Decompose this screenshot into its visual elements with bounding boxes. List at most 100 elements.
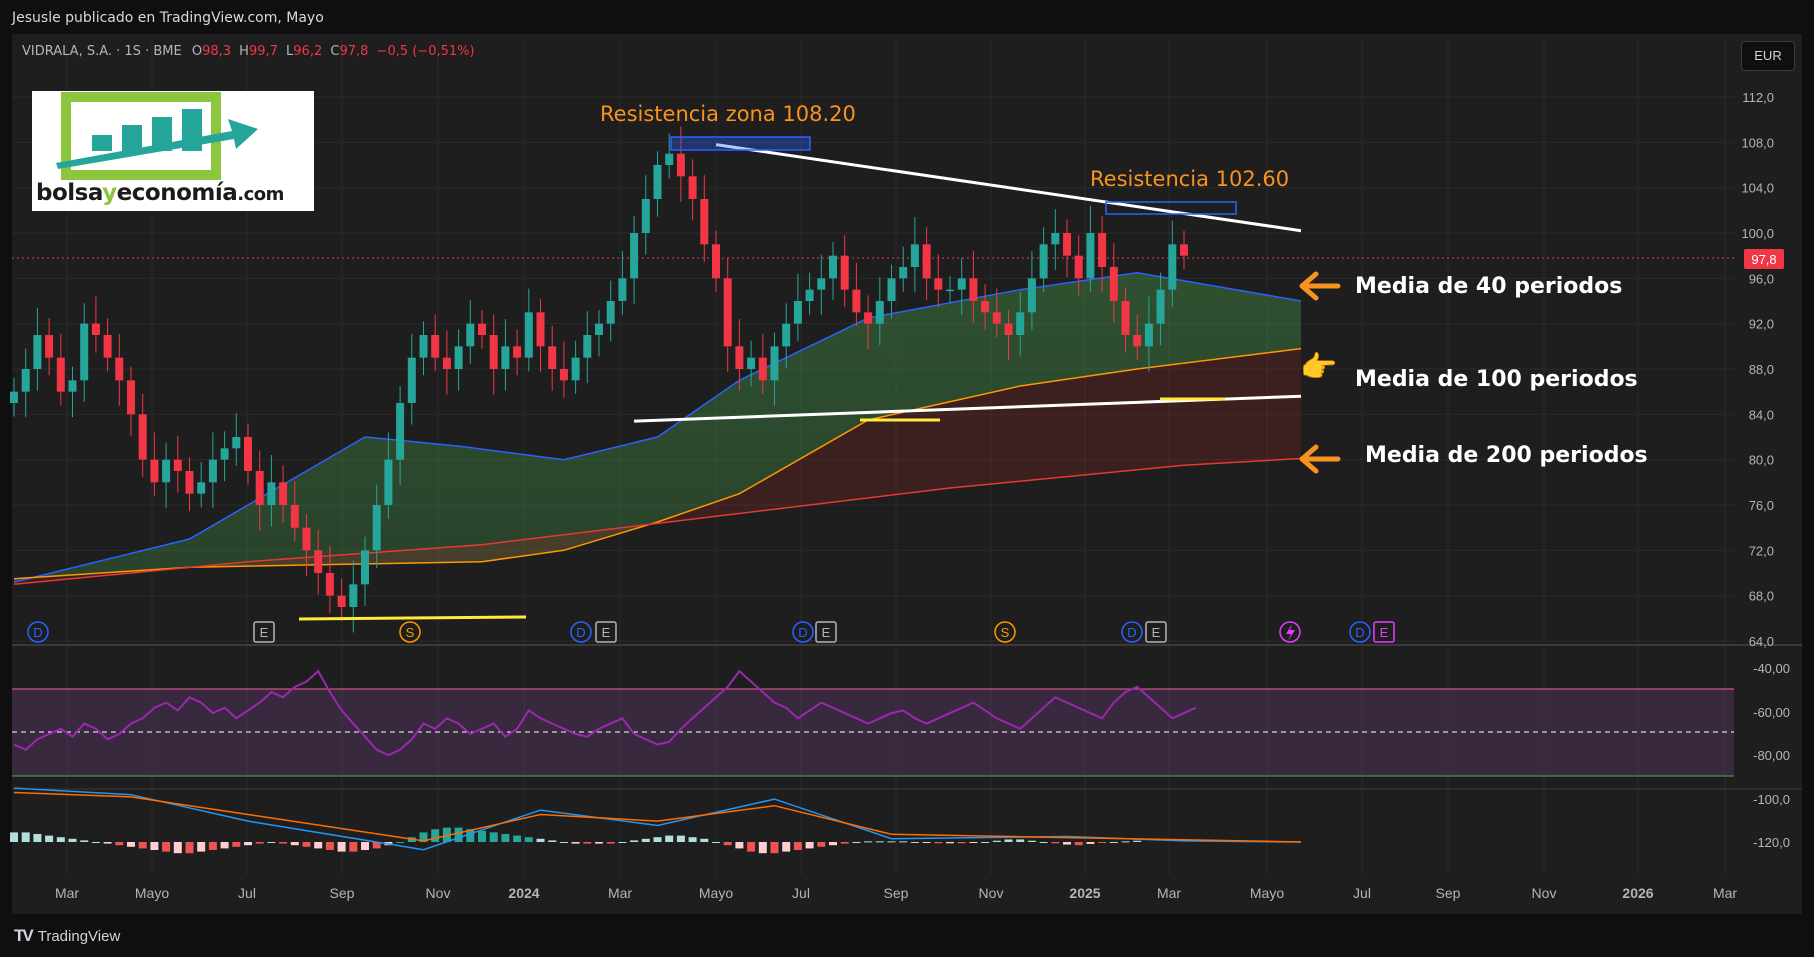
lightning-marker-icon [1279, 621, 1301, 643]
candle-body [325, 573, 334, 596]
macd-histogram-bar [173, 842, 182, 854]
macd-histogram-bar [255, 842, 264, 844]
time-tick-label: Jul [792, 885, 810, 901]
ohlc-o-label: O [191, 44, 203, 59]
macd-histogram-bar [606, 842, 615, 844]
candle-body [361, 550, 369, 585]
macd-histogram-bar [723, 842, 732, 846]
event-marker-s: S [994, 621, 1016, 643]
candle-body [1121, 301, 1130, 335]
logo-text: bolsayeconomía.com [36, 180, 284, 206]
macd-histogram-bar [630, 840, 639, 842]
candle-body [45, 335, 54, 358]
macd-histogram-bar [1121, 841, 1130, 843]
candle-body [372, 505, 381, 551]
ohlc-h-label: H [239, 44, 249, 59]
candle-body [969, 278, 978, 301]
candle-body [723, 278, 732, 347]
macd-histogram-bar [571, 842, 580, 844]
candle-body [782, 323, 791, 347]
macd-histogram-bar [150, 842, 159, 850]
time-tick-label: Jul [1353, 885, 1371, 901]
candle-body [1180, 244, 1188, 256]
candle-body [173, 459, 182, 471]
candle [337, 578, 346, 621]
candle-body [595, 323, 603, 335]
candle-body [115, 357, 124, 381]
candle-body [279, 482, 288, 505]
candle [68, 366, 77, 418]
candle [115, 333, 124, 406]
candle-body [1016, 312, 1025, 335]
candle-body [1086, 233, 1095, 279]
candle [829, 242, 837, 300]
time-tick-label: Sep [884, 885, 909, 901]
candle [185, 457, 194, 512]
macd-histogram-bar [208, 842, 217, 850]
macd-histogram-bar [665, 835, 674, 842]
candle-body [817, 278, 826, 290]
macd-histogram-bar [747, 842, 756, 852]
time-tick-label: Mayo [699, 885, 733, 901]
candle [583, 311, 592, 384]
price-tick-label: 88,0 [1749, 362, 1774, 377]
symbol-name[interactable]: VIDRALA, S.A. · 1S · BME [22, 44, 182, 59]
candle-body [1027, 278, 1036, 313]
candle-body [244, 437, 252, 471]
annotation-ma100: Media de 100 periodos [1355, 367, 1638, 392]
macd-histogram-bar [33, 834, 42, 842]
pointing-hand-icon: 👉 [1300, 351, 1338, 384]
candle [208, 432, 217, 508]
price-tick-label: 64,0 [1749, 634, 1774, 649]
candle-body [431, 335, 440, 358]
candle-body [1109, 267, 1118, 301]
candle-body [56, 357, 65, 392]
macd-histogram-bar [1098, 842, 1107, 843]
macd-histogram-bar [969, 842, 978, 843]
candle-body [829, 255, 837, 279]
candle [33, 307, 42, 391]
macd-histogram-bar [852, 842, 861, 843]
event-marker-e: E [815, 621, 837, 643]
price-tick-label: 96,0 [1749, 271, 1774, 286]
macd-histogram-bar [361, 842, 369, 850]
candle-body [852, 289, 861, 313]
candle-body [138, 414, 147, 460]
candle-body [302, 527, 311, 551]
candle-body [466, 323, 475, 347]
event-marker-d: D [1121, 621, 1143, 643]
macd-histogram-bar [197, 842, 206, 852]
macd-histogram-bar [279, 842, 288, 844]
rsi-tick-label: -80,00 [1753, 748, 1790, 763]
time-tick-label: Jul [238, 885, 256, 901]
annotation-resistance-1: Resistencia zona 108.20 [600, 102, 856, 126]
event-marker-d: D [792, 621, 814, 643]
macd-histogram-bar [45, 835, 54, 842]
tradingview-brand[interactable]: TV TradingView [14, 926, 120, 946]
candle [1063, 219, 1071, 278]
macd-histogram-bar [840, 842, 849, 844]
candle [138, 393, 147, 478]
left-arrow-icon [1299, 271, 1341, 301]
event-marker-d: D [1349, 621, 1371, 643]
candle [653, 151, 662, 217]
candle [946, 276, 954, 304]
candle-body [407, 357, 416, 403]
symbol-legend[interactable]: VIDRALA, S.A. · 1S · BME O98,3 H99,7 L96… [22, 44, 475, 59]
macd-histogram-bar [559, 842, 568, 843]
candle [21, 348, 30, 418]
candle-body [618, 278, 627, 301]
candle [840, 235, 849, 308]
candle-body [208, 459, 217, 483]
candle [10, 378, 18, 417]
candle [501, 319, 510, 391]
macd-histogram-bar [1133, 840, 1142, 842]
candle [817, 254, 826, 316]
candle-body [150, 459, 159, 483]
candle [899, 246, 908, 292]
macd-histogram-bar [524, 837, 533, 842]
currency-button[interactable]: EUR [1741, 41, 1795, 71]
candle [595, 310, 603, 357]
candle-body [840, 255, 849, 290]
time-tick-label: Mar [55, 885, 79, 901]
